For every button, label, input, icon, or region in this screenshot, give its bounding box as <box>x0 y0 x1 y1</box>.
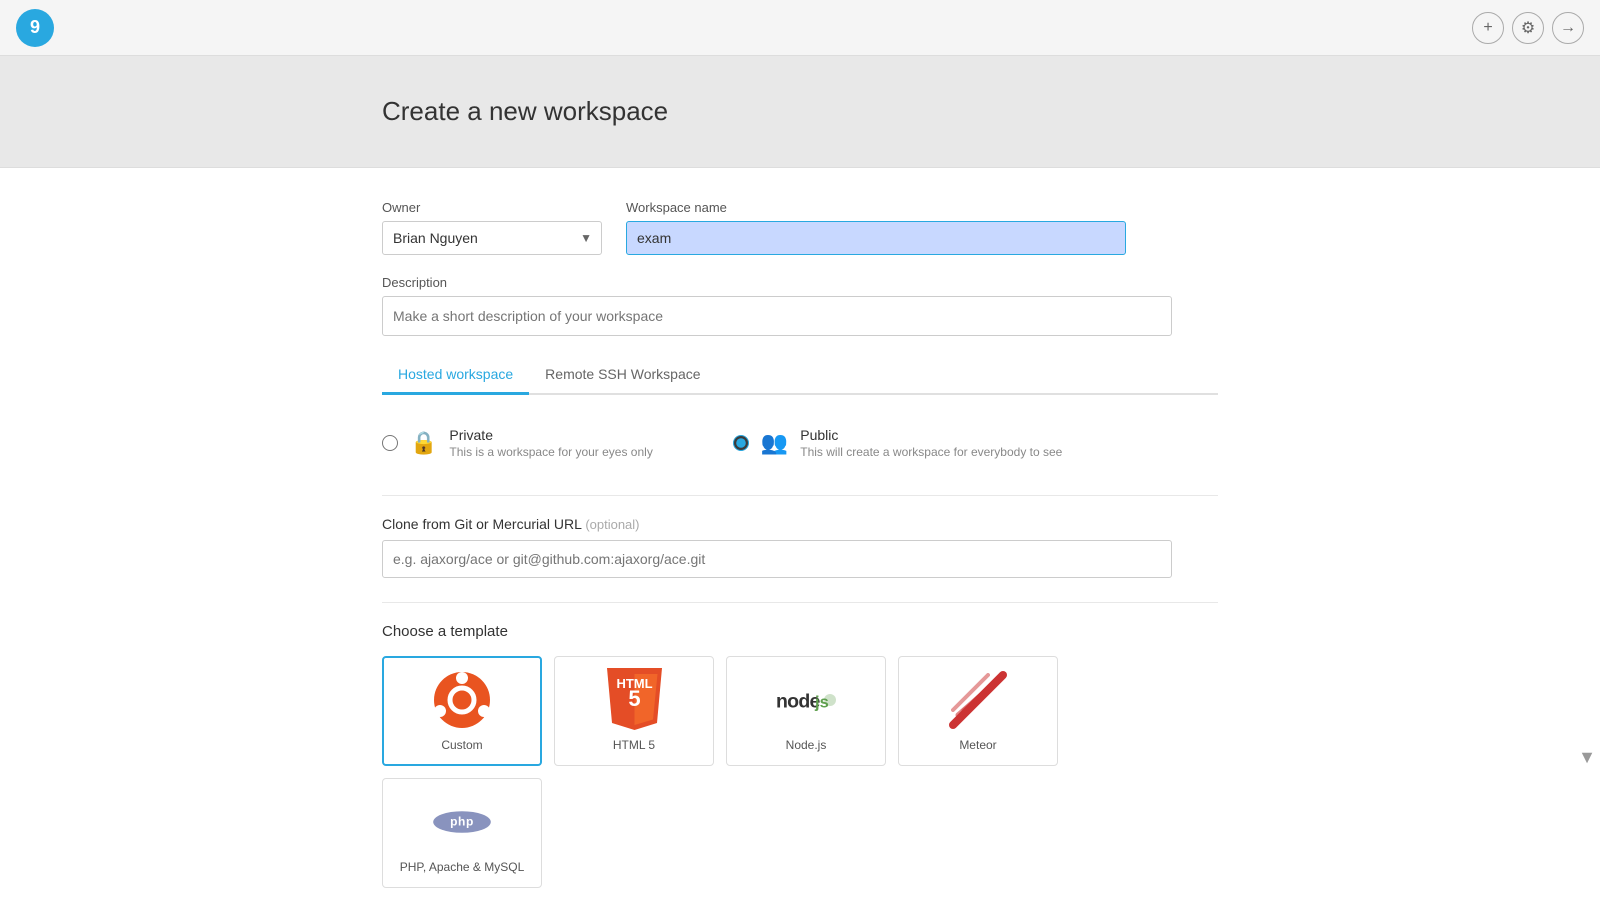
template-card-nodejs[interactable]: node js Node.js <box>726 656 886 766</box>
private-label: Private <box>449 427 652 443</box>
settings-button[interactable]: ⚙ <box>1512 12 1544 44</box>
template-grid: Custom 5 HTML HTML 5 <box>382 656 1218 888</box>
clone-section: Clone from Git or Mercurial URL (optiona… <box>382 516 1218 578</box>
meteor-svg <box>948 670 1008 730</box>
workspace-type-tabs: Hosted workspace Remote SSH Workspace <box>382 356 1218 395</box>
svg-text:HTML: HTML <box>616 676 652 691</box>
clone-label: Clone from Git or Mercurial URL (optiona… <box>382 516 1218 532</box>
workspace-name-group: Workspace name <box>626 200 1218 255</box>
private-text: Private This is a workspace for your eye… <box>449 427 652 459</box>
owner-label: Owner <box>382 200 602 215</box>
top-bar: 9 + ⚙ → <box>0 0 1600 56</box>
form-container: Owner Brian Nguyen ▼ Workspace name Desc… <box>350 200 1250 888</box>
workspace-name-label: Workspace name <box>626 200 1218 215</box>
page-header-band: Create a new workspace <box>0 56 1600 168</box>
public-description: This will create a workspace for everybo… <box>800 445 1062 459</box>
svg-text:node: node <box>776 691 820 713</box>
ubuntu-svg <box>432 670 492 730</box>
owner-select[interactable]: Brian Nguyen <box>382 221 602 255</box>
signout-button[interactable]: → <box>1552 12 1584 44</box>
app-logo[interactable]: 9 <box>16 9 54 47</box>
html5-svg: 5 HTML <box>607 668 662 733</box>
owner-select-wrapper: Brian Nguyen ▼ <box>382 221 602 255</box>
owner-workspace-row: Owner Brian Nguyen ▼ Workspace name <box>382 200 1218 255</box>
add-button[interactable]: + <box>1472 12 1504 44</box>
workspace-name-input[interactable] <box>626 221 1126 255</box>
html5-logo: 5 HTML <box>604 670 664 730</box>
description-group: Description <box>382 275 1218 336</box>
public-label: Public <box>800 427 1062 443</box>
people-icon: 👥 <box>761 430 788 456</box>
template-card-php[interactable]: php PHP, Apache & MySQL <box>382 778 542 888</box>
template-card-html5[interactable]: 5 HTML HTML 5 <box>554 656 714 766</box>
divider-2 <box>382 602 1218 603</box>
owner-group: Owner Brian Nguyen ▼ <box>382 200 602 255</box>
template-card-custom[interactable]: Custom <box>382 656 542 766</box>
page-title: Create a new workspace <box>350 96 1250 127</box>
template-card-meteor[interactable]: Meteor <box>898 656 1058 766</box>
divider <box>382 495 1218 496</box>
nodejs-logo: node js <box>776 670 836 730</box>
private-radio[interactable] <box>382 435 398 451</box>
meteor-logo <box>948 670 1008 730</box>
nodejs-svg: node js <box>776 680 836 720</box>
template-name-nodejs: Node.js <box>786 738 827 752</box>
clone-url-input[interactable] <box>382 540 1172 578</box>
php-logo: php <box>432 792 492 852</box>
svg-text:php: php <box>450 815 474 829</box>
private-description: This is a workspace for your eyes only <box>449 445 652 459</box>
ubuntu-logo <box>432 670 492 730</box>
privacy-option-public[interactable]: 👥 Public This will create a workspace fo… <box>733 427 1063 459</box>
scroll-indicator: ▼ <box>1578 747 1596 768</box>
top-bar-actions: + ⚙ → <box>1472 12 1584 44</box>
template-section: Choose a template Custom <box>382 623 1218 888</box>
template-name-php: PHP, Apache & MySQL <box>400 860 525 874</box>
tab-hosted-workspace[interactable]: Hosted workspace <box>382 356 529 395</box>
main-content: Owner Brian Nguyen ▼ Workspace name Desc… <box>0 168 1600 920</box>
template-section-title: Choose a template <box>382 623 1218 640</box>
template-name-html5: HTML 5 <box>613 738 655 752</box>
privacy-option-private[interactable]: 🔒 Private This is a workspace for your e… <box>382 427 653 459</box>
privacy-options-row: 🔒 Private This is a workspace for your e… <box>382 419 1218 467</box>
tab-remote-ssh-workspace[interactable]: Remote SSH Workspace <box>529 356 716 395</box>
description-row: Description <box>382 275 1218 336</box>
public-radio[interactable] <box>733 435 749 451</box>
public-text: Public This will create a workspace for … <box>800 427 1062 459</box>
template-name-custom: Custom <box>441 738 482 752</box>
lock-icon: 🔒 <box>410 430 437 456</box>
template-name-meteor: Meteor <box>959 738 996 752</box>
description-input[interactable] <box>382 296 1172 336</box>
description-label: Description <box>382 275 1218 290</box>
php-svg: php <box>432 802 492 842</box>
